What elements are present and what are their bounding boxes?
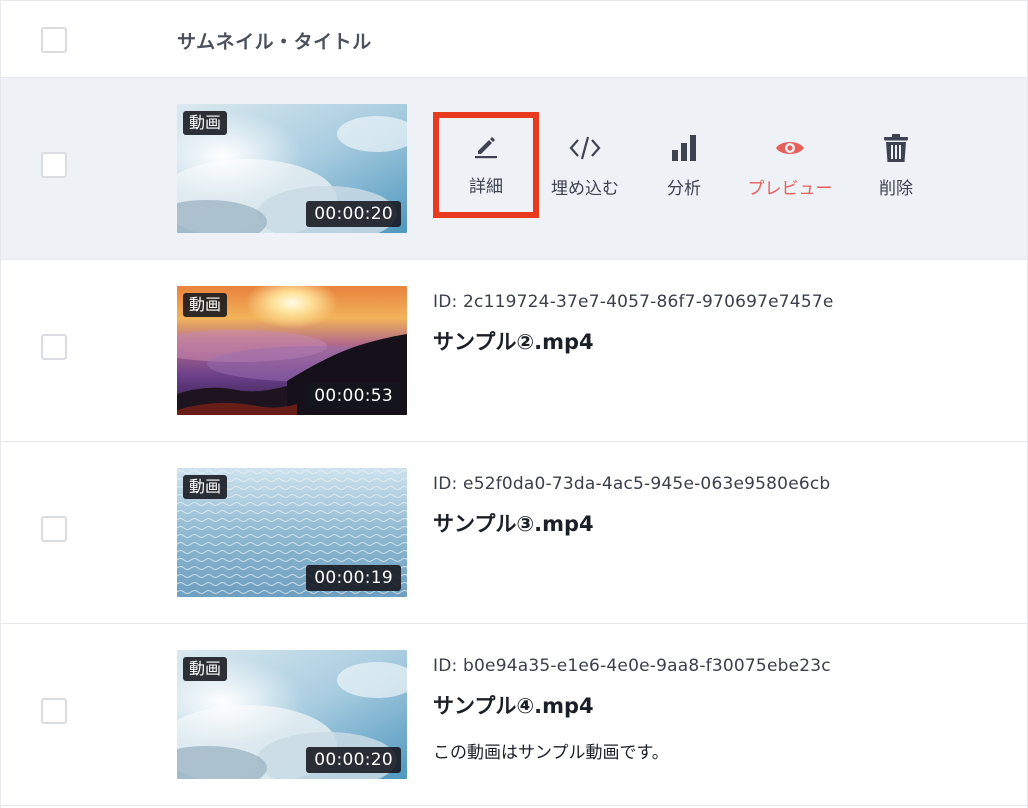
preview-button[interactable]: プレビュー <box>737 114 843 220</box>
video-title[interactable]: サンプル④.mp4 <box>433 690 594 720</box>
media-type-badge: 動画 <box>183 293 228 317</box>
analytics-button[interactable]: 分析 <box>631 114 737 220</box>
video-thumbnail[interactable]: 動画 00:00:20 <box>177 104 407 233</box>
eye-icon <box>737 132 843 164</box>
video-table: サムネイル・タイトル 動画 00:00:20 詳細 埋め込む 分析 プレビュー … <box>0 0 1028 808</box>
detail-button[interactable]: 詳細 <box>433 112 539 218</box>
table-row[interactable]: 動画 00:00:19 ID: e52f0da0-73da-4ac5-945e-… <box>1 442 1027 624</box>
video-title[interactable]: サンプル②.mp4 <box>433 326 594 356</box>
video-id: ID: e52f0da0-73da-4ac5-945e-063e9580e6cb <box>433 474 831 494</box>
table-row[interactable]: 動画 00:00:20 詳細 埋め込む 分析 プレビュー 削除 <box>1 78 1027 260</box>
video-thumbnail[interactable]: 動画 00:00:53 <box>177 286 407 415</box>
delete-button[interactable]: 削除 <box>843 114 949 220</box>
embed-button[interactable]: 埋め込む <box>532 114 638 220</box>
bar-chart-icon <box>631 132 737 164</box>
duration-badge: 00:00:53 <box>306 383 401 409</box>
media-type-badge: 動画 <box>183 111 228 135</box>
pencil-icon <box>439 130 533 162</box>
duration-badge: 00:00:20 <box>306 747 401 773</box>
row-checkbox[interactable] <box>41 334 67 360</box>
duration-badge: 00:00:20 <box>306 201 401 227</box>
duration-badge: 00:00:19 <box>306 565 401 591</box>
video-title[interactable]: サンプル③.mp4 <box>433 508 594 538</box>
row-checkbox[interactable] <box>41 698 67 724</box>
video-description: この動画はサンプル動画です。 <box>433 743 669 763</box>
media-type-badge: 動画 <box>183 475 228 499</box>
select-all-checkbox[interactable] <box>41 27 67 53</box>
column-header-thumbnail-title: サムネイル・タイトル <box>177 31 372 53</box>
table-header: サムネイル・タイトル <box>1 0 1027 78</box>
table-row[interactable]: 動画 00:00:53 ID: 2c119724-37e7-4057-86f7-… <box>1 260 1027 442</box>
code-icon <box>532 132 638 164</box>
table-row[interactable]: 動画 00:00:20 ID: b0e94a35-e1e6-4e0e-9aa8-… <box>1 624 1027 806</box>
video-thumbnail[interactable]: 動画 00:00:20 <box>177 650 407 779</box>
video-id: ID: 2c119724-37e7-4057-86f7-970697e7457e <box>433 292 834 312</box>
video-thumbnail[interactable]: 動画 00:00:19 <box>177 468 407 597</box>
row-checkbox[interactable] <box>41 152 67 178</box>
row-checkbox[interactable] <box>41 516 67 542</box>
delete-label: 削除 <box>879 179 913 199</box>
trash-icon <box>843 132 949 164</box>
media-type-badge: 動画 <box>183 657 228 681</box>
video-id: ID: b0e94a35-e1e6-4e0e-9aa8-f30075ebe23c <box>433 656 831 676</box>
